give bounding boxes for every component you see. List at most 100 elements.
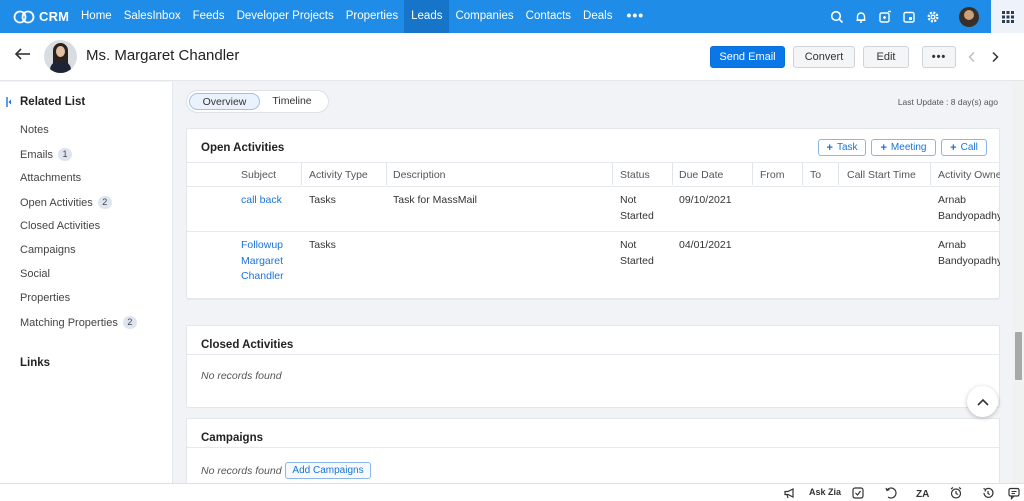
page-scrollbar[interactable] <box>1013 82 1024 483</box>
open-activities-card: Open Activities + Task + Meeting + Call Sub… <box>186 128 1000 300</box>
links-heading[interactable]: Links <box>20 357 50 369</box>
sidebar-item-campaigns[interactable]: Campaigns <box>20 244 76 256</box>
sidebar-item-properties[interactable]: Properties <box>20 292 70 304</box>
sidebar-item-attachments[interactable]: Attachments <box>20 172 81 184</box>
history-icon[interactable] <box>981 486 995 500</box>
plus-icon: + <box>950 141 957 154</box>
apps-grid-icon[interactable] <box>991 0 1024 33</box>
notes-icon[interactable] <box>851 486 865 500</box>
column-header-to[interactable]: To <box>810 169 821 181</box>
column-header-from[interactable]: From <box>760 169 785 181</box>
column-header-activity-type[interactable]: Activity Type <box>309 169 368 181</box>
search-icon[interactable] <box>825 0 849 33</box>
record-name: Ms. Margaret Chandler <box>86 47 240 64</box>
zia-icon[interactable]: ZA <box>915 486 929 500</box>
divider <box>187 231 999 232</box>
column-header-due-date[interactable]: Due Date <box>679 169 723 181</box>
activity-status-cell: Not Started <box>620 194 654 222</box>
collapse-sidebar-icon[interactable] <box>6 96 12 108</box>
sidebar-item-label: Matching Properties <box>20 316 118 329</box>
nav-home[interactable]: Home <box>75 0 118 33</box>
activity-subject-link[interactable]: Followup Margaret Chandler <box>241 238 284 285</box>
count-badge: 2 <box>122 316 137 329</box>
scrollbar-thumb[interactable] <box>1015 332 1022 380</box>
more-actions-button[interactable]: ••• <box>922 46 956 68</box>
closed-activities-title: Closed Activities <box>201 339 294 351</box>
add-meeting-button[interactable]: + Meeting <box>871 139 936 156</box>
compose-icon[interactable] <box>873 0 897 33</box>
top-navigation: CRM Home SalesInbox Feeds Developer Proj… <box>0 0 1024 33</box>
sidebar-item-open-activities[interactable]: Open Activities 2 <box>20 196 112 209</box>
add-campaigns-button[interactable]: Add Campaigns <box>285 462 371 479</box>
related-list-sidebar: Related List Notes Emails 1 Attachments … <box>0 82 173 483</box>
column-separator <box>386 163 387 185</box>
related-list-title: Related List <box>20 96 86 108</box>
user-avatar[interactable] <box>959 6 979 27</box>
nav-more-button[interactable]: ••• <box>618 0 652 33</box>
gear-icon[interactable] <box>921 0 945 33</box>
ask-zia-button[interactable]: Ask Zia <box>809 487 841 497</box>
add-task-button[interactable]: + Task <box>818 139 866 156</box>
megaphone-icon[interactable] <box>783 486 797 500</box>
column-separator <box>838 163 839 185</box>
sidebar-item-label: Notes <box>20 124 49 136</box>
sidebar-item-label: Open Activities <box>20 196 93 209</box>
plus-icon: + <box>880 141 887 154</box>
sidebar-item-label: Properties <box>20 292 71 304</box>
back-arrow-icon[interactable] <box>14 47 32 64</box>
nav-companies[interactable]: Companies <box>449 0 519 33</box>
last-update-text: Last Update : 8 day(s) ago <box>897 97 998 107</box>
nav-deals[interactable]: Deals <box>577 0 618 33</box>
column-header-call-start-time[interactable]: Call Start Time <box>847 169 916 181</box>
activity-status-cell: Not Started <box>620 239 654 267</box>
nav-properties[interactable]: Properties <box>340 0 404 33</box>
crm-logo[interactable]: CRM <box>0 0 75 33</box>
refresh-icon[interactable] <box>884 486 898 500</box>
column-header-description[interactable]: Description <box>393 169 446 181</box>
chat-icon[interactable] <box>1007 486 1021 500</box>
column-header-subject[interactable]: Subject <box>241 169 276 181</box>
plus-icon: + <box>826 141 833 154</box>
activity-type-cell: Tasks <box>309 194 336 206</box>
sidebar-item-matching-properties[interactable]: Matching Properties 2 <box>20 316 137 329</box>
sidebar-item-social[interactable]: Social <box>20 268 50 280</box>
convert-button[interactable]: Convert <box>793 46 855 68</box>
previous-record-icon[interactable] <box>967 51 977 66</box>
nav-leads[interactable]: Leads <box>404 0 450 33</box>
sidebar-item-label: Campaigns <box>20 244 76 256</box>
divider <box>187 299 999 300</box>
sidebar-item-notes[interactable]: Notes <box>20 124 49 136</box>
activity-owner-cell: Arnab Bandyopadhya <box>938 194 1000 222</box>
column-header-activity-owner[interactable]: Activity Owne <box>938 169 1000 181</box>
alarm-clock-icon[interactable] <box>949 486 963 500</box>
activity-subject-link[interactable]: call back <box>241 193 282 209</box>
edit-button[interactable]: Edit <box>863 46 909 68</box>
record-avatar <box>44 40 77 73</box>
scroll-to-top-button[interactable] <box>967 386 998 417</box>
nav-contacts[interactable]: Contacts <box>520 0 577 33</box>
sidebar-item-closed-activities[interactable]: Closed Activities <box>20 220 100 232</box>
sidebar-item-emails[interactable]: Emails 1 <box>20 148 73 161</box>
next-record-icon[interactable] <box>990 51 1000 66</box>
view-tabs: Overview Timeline <box>186 90 329 113</box>
add-call-button[interactable]: + Call <box>941 139 987 156</box>
chevron-up-icon <box>976 398 989 406</box>
nav-feeds[interactable]: Feeds <box>187 0 231 33</box>
tab-overview[interactable]: Overview <box>189 93 260 110</box>
send-email-button[interactable]: Send Email <box>710 46 785 68</box>
tab-timeline[interactable]: Timeline <box>267 93 317 110</box>
column-separator <box>612 163 613 185</box>
main-content: Open Activities + Task + Meeting + Call Sub… <box>186 122 1000 483</box>
calendar-icon[interactable] <box>897 0 921 33</box>
column-header-status[interactable]: Status <box>620 169 650 181</box>
no-records-text: No records found <box>201 465 282 477</box>
nav-right-tools <box>825 0 1024 33</box>
bell-icon[interactable] <box>849 0 873 33</box>
column-separator <box>752 163 753 185</box>
nav-developer-projects[interactable]: Developer Projects <box>231 0 340 33</box>
campaigns-title: Campaigns <box>201 432 263 444</box>
nav-salesinbox[interactable]: SalesInbox <box>118 0 187 33</box>
column-separator <box>672 163 673 185</box>
sidebar-item-label: Attachments <box>20 172 82 184</box>
divider <box>187 354 999 355</box>
